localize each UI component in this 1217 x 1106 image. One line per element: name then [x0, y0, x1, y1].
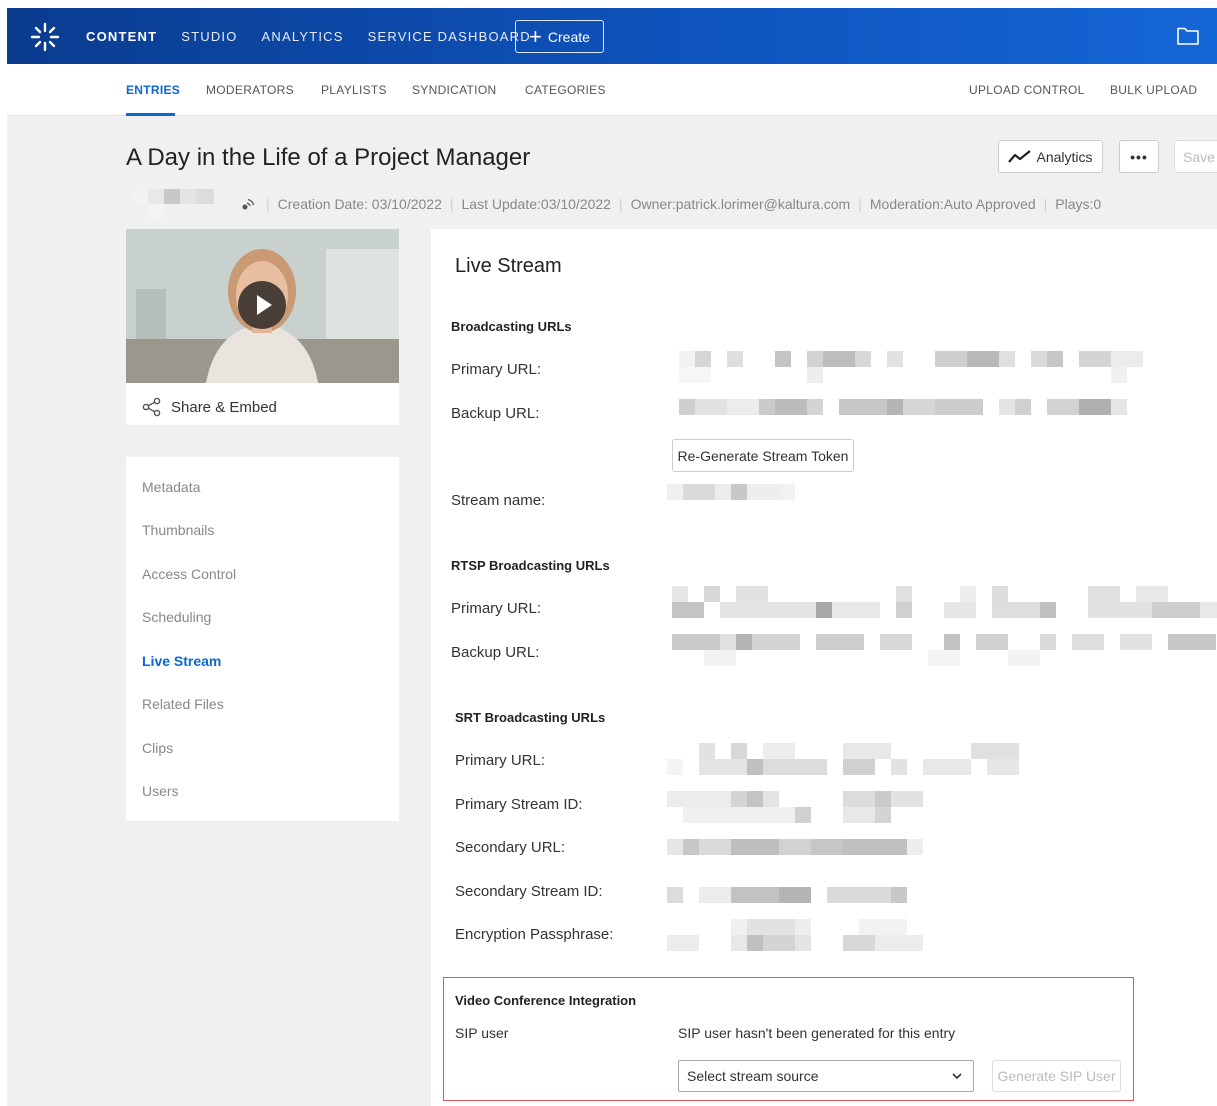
- menu-access-control[interactable]: Access Control: [142, 566, 236, 582]
- stream-name-redacted: [667, 484, 795, 500]
- main-nav: CONTENT STUDIO ANALYTICS SERVICE DASHBOA…: [86, 8, 555, 64]
- share-embed-label: Share & Embed: [171, 398, 277, 416]
- nav-service-dashboard[interactable]: SERVICE DASHBOARD: [368, 29, 531, 44]
- nav-content[interactable]: CONTENT: [86, 29, 157, 44]
- chevron-down-icon: [952, 1073, 962, 1080]
- nav-analytics[interactable]: ANALYTICS: [262, 29, 344, 44]
- srt-primary-stream-id-label: Primary Stream ID:: [455, 796, 583, 813]
- tab-entries[interactable]: ENTRIES: [126, 83, 180, 97]
- entries-subnav: ENTRIES MODERATORS PLAYLISTS SYNDICATION…: [7, 64, 1217, 116]
- primary-url-label: Primary URL:: [451, 361, 542, 378]
- live-stream-title: Live Stream: [455, 255, 562, 277]
- kaltura-logo-icon[interactable]: [29, 21, 61, 53]
- analytics-button[interactable]: Analytics: [998, 140, 1103, 173]
- menu-scheduling[interactable]: Scheduling: [142, 609, 211, 625]
- encryption-passphrase-redacted: [667, 919, 923, 951]
- app-page: CONTENT STUDIO ANALYTICS SERVICE DASHBOA…: [7, 8, 1217, 1106]
- share-icon: [142, 397, 161, 417]
- tab-bulk-upload[interactable]: BULK UPLOAD: [1110, 83, 1197, 97]
- srt-primary-url-redacted: [667, 743, 1019, 775]
- owner: Owner:patrick.lorimer@kaltura.com: [630, 196, 851, 212]
- encryption-passphrase-label: Encryption Passphrase:: [455, 926, 614, 943]
- moderation-status: Moderation:Auto Approved: [869, 196, 1036, 212]
- srt-primary-stream-id-redacted: [667, 791, 923, 823]
- video-thumbnail[interactable]: [126, 229, 399, 383]
- srt-secondary-url-label: Secondary URL:: [455, 839, 566, 856]
- entry-title: A Day in the Life of a Project Manager: [126, 144, 531, 171]
- menu-metadata[interactable]: Metadata: [142, 479, 200, 495]
- srt-secondary-url-redacted: [667, 839, 923, 855]
- menu-related-files[interactable]: Related Files: [142, 696, 224, 712]
- tab-syndication[interactable]: SYNDICATION: [412, 83, 496, 97]
- top-bar: CONTENT STUDIO ANALYTICS SERVICE DASHBOA…: [7, 8, 1217, 64]
- srt-primary-url-label: Primary URL:: [455, 752, 546, 769]
- more-actions-button[interactable]: •••: [1119, 140, 1159, 173]
- rtsp-backup-url-redacted: [672, 634, 1216, 666]
- backup-url-redacted: [679, 399, 1127, 415]
- thumbnail-card: Share & Embed: [126, 229, 399, 425]
- entry-side-menu: Metadata Thumbnails Access Control Sched…: [126, 457, 399, 821]
- creation-date: Creation Date: 03/10/2022: [277, 196, 442, 212]
- stream-source-select[interactable]: Select stream source: [678, 1060, 974, 1092]
- generate-sip-user-button[interactable]: Generate SIP User: [992, 1060, 1121, 1092]
- primary-url-redacted: [679, 351, 1143, 383]
- rtsp-primary-url-redacted: [672, 586, 1217, 618]
- tab-playlists[interactable]: PLAYLISTS: [321, 83, 387, 97]
- tab-categories[interactable]: CATEGORIES: [525, 83, 606, 97]
- menu-thumbnails[interactable]: Thumbnails: [142, 522, 214, 538]
- srt-heading: SRT Broadcasting URLs: [455, 710, 606, 725]
- menu-clips[interactable]: Clips: [142, 740, 173, 756]
- rtsp-backup-url-label: Backup URL:: [451, 644, 540, 661]
- broadcasting-heading: Broadcasting URLs: [451, 319, 572, 334]
- rtsp-heading: RTSP Broadcasting URLs: [451, 558, 610, 573]
- nav-studio[interactable]: STUDIO: [181, 29, 237, 44]
- tab-upload-control[interactable]: UPLOAD CONTROL: [969, 83, 1085, 97]
- menu-live-stream[interactable]: Live Stream: [142, 653, 221, 669]
- sip-user-label: SIP user: [455, 1025, 509, 1041]
- play-icon[interactable]: [238, 281, 286, 329]
- share-embed-button[interactable]: Share & Embed: [142, 397, 277, 417]
- stream-source-value: Select stream source: [687, 1068, 819, 1084]
- trend-line-icon: [1008, 149, 1032, 163]
- plays-count: Plays:0: [1055, 196, 1102, 212]
- tab-moderators[interactable]: MODERATORS: [206, 83, 294, 97]
- srt-secondary-stream-id-label: Secondary Stream ID:: [455, 883, 603, 900]
- regenerate-token-button[interactable]: Re-Generate Stream Token: [672, 439, 854, 472]
- vci-heading: Video Conference Integration: [455, 993, 637, 1008]
- backup-url-label: Backup URL:: [451, 405, 540, 422]
- entry-id-redacted: [132, 189, 214, 219]
- sip-user-status: SIP user hasn't been generated for this …: [678, 1025, 956, 1041]
- srt-secondary-stream-id-redacted: [667, 887, 907, 903]
- folder-icon[interactable]: [1177, 26, 1199, 45]
- stream-name-label: Stream name:: [451, 492, 546, 509]
- menu-users[interactable]: Users: [142, 783, 179, 799]
- analytics-label: Analytics: [1036, 148, 1093, 165]
- live-broadcast-icon: [242, 198, 255, 210]
- entry-meta: | Creation Date: 03/10/2022 | Last Updat…: [132, 189, 1101, 219]
- rtsp-primary-url-label: Primary URL:: [451, 600, 542, 617]
- plus-icon: +: [529, 23, 542, 49]
- last-update: Last Update:03/10/2022: [461, 196, 611, 212]
- create-label: Create: [547, 28, 590, 45]
- save-button[interactable]: Save: [1174, 140, 1217, 173]
- active-tab-underline: [126, 113, 175, 116]
- create-button[interactable]: + Create: [515, 20, 604, 53]
